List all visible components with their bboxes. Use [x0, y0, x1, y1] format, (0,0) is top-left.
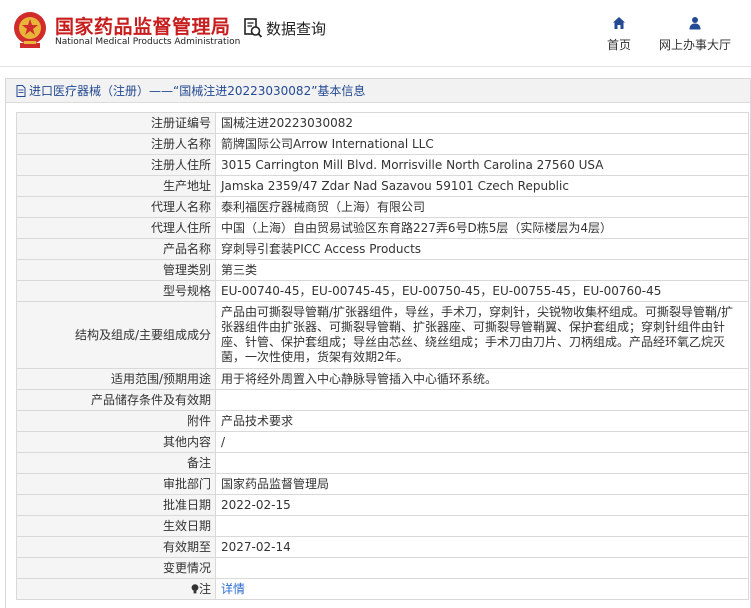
- table-row: 生产地址 Jamska 2359/47 Zdar Nad Sazavou 591…: [16, 175, 749, 197]
- field-label: 生产地址: [16, 175, 216, 197]
- table-row: 审批部门 国家药品监督管理局: [16, 473, 749, 495]
- field-value: EU-00740-45，EU-00745-45，EU-00750-45，EU-0…: [215, 280, 749, 302]
- table-row: 注册证编号 国械注进20223030082: [16, 112, 749, 134]
- field-label: 注册人名称: [16, 133, 216, 155]
- field-value: 详情: [215, 578, 749, 600]
- field-label: 结构及组成/主要组成成分: [16, 301, 216, 369]
- field-label: 批准日期: [16, 494, 216, 516]
- table-row: 注册人名称 箭牌国际公司Arrow International LLC: [16, 133, 749, 155]
- field-label: 附件: [16, 410, 216, 432]
- table-row: 批准日期 2022-02-15: [16, 494, 749, 516]
- field-value: 产品由可撕裂导管鞘/扩张器组件，导丝，手术刀，穿刺针，尖锐物收集杯组成。可撕裂导…: [215, 301, 749, 369]
- field-label: 型号规格: [16, 280, 216, 302]
- table-row: 生效日期: [16, 515, 749, 537]
- field-label: 管理类别: [16, 259, 216, 281]
- site-header: 国家药品监督管理局 National Medical Products Admi…: [0, 0, 751, 67]
- org-name-cn: 国家药品监督管理局: [55, 16, 231, 38]
- note-label-cell: 注: [16, 578, 216, 600]
- field-value: 2027-02-14: [215, 536, 749, 558]
- nav-home-label: 首页: [606, 38, 631, 52]
- national-emblem-icon: [14, 12, 46, 48]
- field-label: 生效日期: [16, 515, 216, 537]
- field-label: 产品名称: [16, 238, 216, 260]
- data-query-link[interactable]: 数据查询: [243, 17, 326, 39]
- table-row: 产品名称 穿刺导引套装PICC Access Products: [16, 238, 749, 260]
- person-icon: [689, 17, 701, 30]
- table-row: 适用范围/预期用途 用于将经外周置入中心静脉导管插入中心循环系统。: [16, 368, 749, 390]
- field-value: /: [215, 431, 749, 453]
- field-value: 穿刺导引套装PICC Access Products: [215, 238, 749, 260]
- field-value: 第三类: [215, 259, 749, 281]
- table-row: 代理人名称 泰利福医疗器械商贸（上海）有限公司: [16, 196, 749, 218]
- table-row: 其他内容 /: [16, 431, 749, 453]
- nav-online-service-hall[interactable]: 网上办事大厅: [653, 16, 737, 53]
- registration-info-table: 注册证编号 国械注进20223030082 注册人名称 箭牌国际公司Arrow …: [16, 112, 749, 600]
- data-query-label: 数据查询: [266, 19, 327, 38]
- breadcrumb-text: 进口医疗器械（注册）——“国械注进20223030082”基本信息: [29, 84, 366, 98]
- table-row: 产品储存条件及有效期: [16, 389, 749, 411]
- field-label: 代理人名称: [16, 196, 216, 218]
- details-link[interactable]: 详情: [221, 582, 245, 596]
- table-row: 代理人住所 中国（上海）自由贸易试验区东育路227弄6号D栋5层（实际楼层为4层…: [16, 217, 749, 239]
- field-value: [215, 452, 749, 474]
- table-row: 注 详情: [16, 578, 749, 600]
- table-row: 附件 产品技术要求: [16, 410, 749, 432]
- field-value: 箭牌国际公司Arrow International LLC: [215, 133, 749, 155]
- document-icon: [16, 84, 26, 97]
- field-label: 注册证编号: [16, 112, 216, 134]
- field-value: 泰利福医疗器械商贸（上海）有限公司: [215, 196, 749, 218]
- home-icon: [613, 17, 625, 29]
- field-value: 2022-02-15: [215, 494, 749, 516]
- field-label: 备注: [16, 452, 216, 474]
- field-label: 审批部门: [16, 473, 216, 495]
- field-value: Jamska 2359/47 Zdar Nad Sazavou 59101 Cz…: [215, 175, 749, 197]
- field-value: 产品技术要求: [215, 410, 749, 432]
- field-value: [215, 389, 749, 411]
- nav-online-service-label: 网上办事大厅: [658, 38, 731, 52]
- field-value: 3015 Carrington Mill Blvd. Morrisville N…: [215, 154, 749, 176]
- table-row: 变更情况: [16, 557, 749, 579]
- search-document-icon: [244, 18, 263, 38]
- field-value: 国家药品监督管理局: [215, 473, 749, 495]
- table-row: 结构及组成/主要组成成分 产品由可撕裂导管鞘/扩张器组件，导丝，手术刀，穿刺针，…: [16, 301, 749, 369]
- field-label: 有效期至: [16, 536, 216, 558]
- field-label: 注: [198, 581, 211, 596]
- nav-home[interactable]: 首页: [600, 16, 638, 53]
- org-name-en: National Medical Products Administration: [55, 37, 241, 47]
- field-label: 其他内容: [16, 431, 216, 453]
- field-label: 变更情况: [16, 557, 216, 579]
- field-value: [215, 557, 749, 579]
- field-label: 产品储存条件及有效期: [16, 389, 216, 411]
- table-row: 备注: [16, 452, 749, 474]
- field-value: 中国（上海）自由贸易试验区东育路227弄6号D栋5层（实际楼层为4层）: [215, 217, 749, 239]
- field-value: 国械注进20223030082: [215, 112, 749, 134]
- table-row: 型号规格 EU-00740-45，EU-00745-45，EU-00750-45…: [16, 280, 749, 302]
- field-label: 注册人住所: [16, 154, 216, 176]
- field-value: [215, 515, 749, 537]
- table-row: 管理类别 第三类: [16, 259, 749, 281]
- breadcrumb: 进口医疗器械（注册）——“国械注进20223030082”基本信息: [6, 79, 750, 103]
- table-row: 注册人住所 3015 Carrington Mill Blvd. Morrisv…: [16, 154, 749, 176]
- lightbulb-icon: [191, 583, 199, 593]
- field-label: 代理人住所: [16, 217, 216, 239]
- table-row: 有效期至 2027-02-14: [16, 536, 749, 558]
- field-value: 用于将经外周置入中心静脉导管插入中心循环系统。: [215, 368, 749, 390]
- field-label: 适用范围/预期用途: [16, 368, 216, 390]
